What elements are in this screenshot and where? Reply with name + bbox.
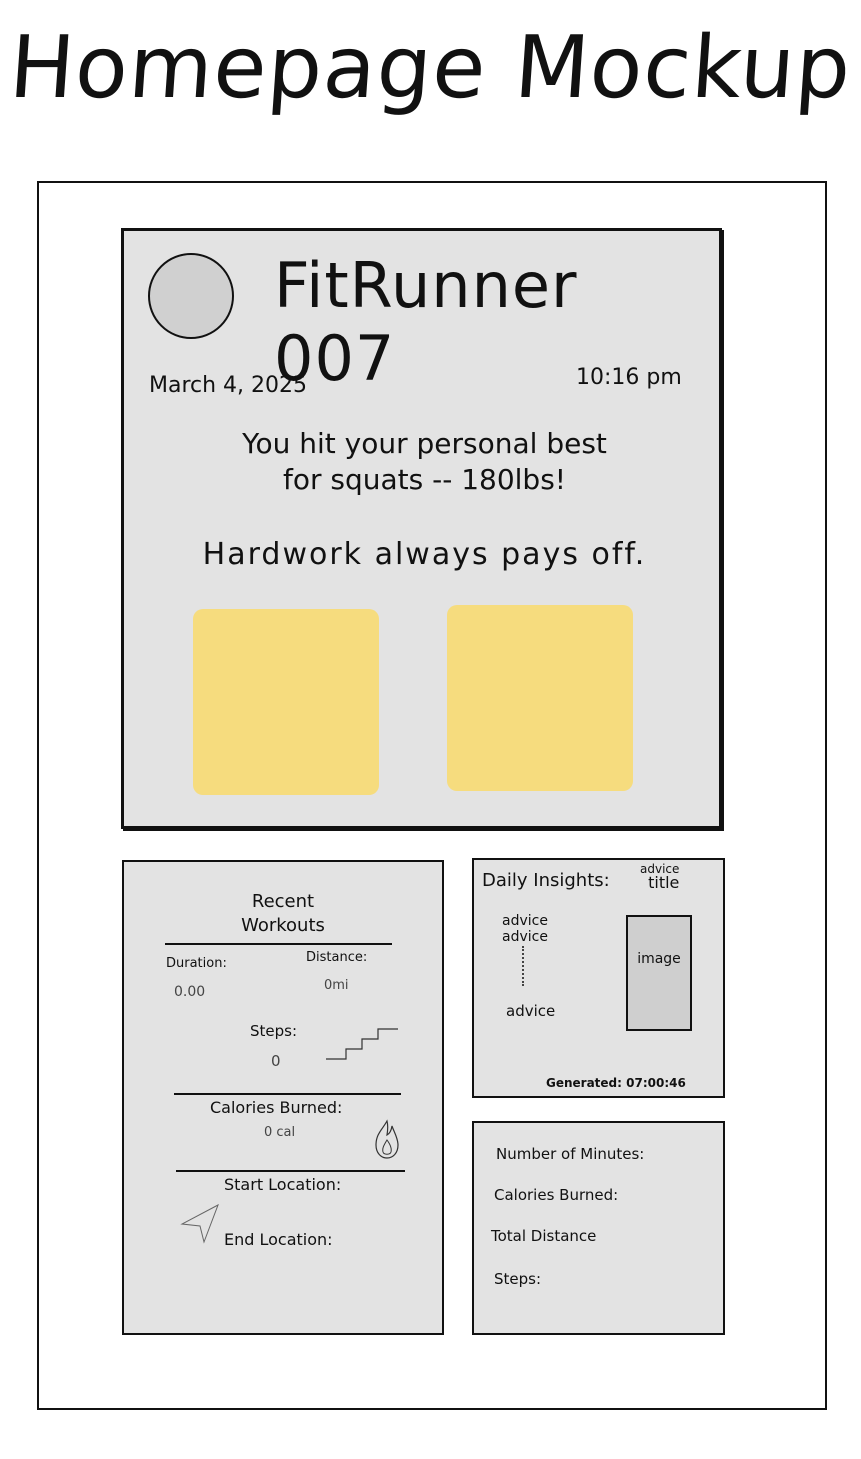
duration-label: Duration: [166,956,227,971]
advice-text: advice [506,1002,556,1020]
calories-burned-label: Calories Burned: [494,1186,619,1204]
motivational-quote: Hardwork always pays off. [202,537,647,572]
advice-title-line2: title [648,873,680,892]
steps-value: 0 [271,1052,281,1070]
ellipsis-dots [522,946,526,986]
daily-insights-card[interactable]: Daily Insights: advice title advice advi… [472,858,725,1098]
divider [165,943,392,945]
achievement-message: You hit your personal best for squats --… [124,426,725,498]
recent-workouts-title-line1: Recent [251,891,315,912]
advice-text: advice [502,929,548,945]
steps-label: Steps: [250,1022,298,1040]
recent-workouts-card[interactable]: Recent Workouts Duration: 0.00 Distance:… [122,860,444,1335]
end-location-label: End Location: [224,1230,333,1249]
minutes-label: Number of Minutes: [496,1145,645,1163]
profile-card: FitRunner 007 March 4, 2025 10:16 pm You… [121,228,722,829]
recent-workouts-title-line2: Workouts [241,915,325,936]
generated-timestamp: Generated: 07:00:46 [546,1076,686,1090]
current-date: March 4, 2025 [149,373,308,398]
calories-burned-label: Calories Burned: [210,1098,343,1117]
divider [174,1093,401,1095]
advice-text: advice [502,913,548,929]
achievement-message-line1: You hit your personal best [242,427,607,460]
avatar[interactable] [148,253,234,339]
achievement-message-line2: for squats -- 180lbs! [282,463,567,496]
steps-label: Steps: [494,1270,542,1288]
calories-burned-value: 0 cal [264,1125,296,1140]
daily-insights-heading: Daily Insights: [482,870,610,891]
summary-card[interactable]: Number of Minutes: Calories Burned: Tota… [472,1121,725,1335]
flame-icon [375,1119,399,1159]
distance-label: Distance: [306,950,368,965]
recent-workouts-title: Recent Workouts [124,890,442,938]
duration-value: 0.00 [174,984,206,1000]
advice-title: advice title [640,863,679,891]
feature-tile-right[interactable] [447,605,633,791]
page-title: Homepage Mockup [6,18,855,118]
start-location-label: Start Location: [224,1175,342,1194]
insight-image-placeholder: image [626,915,692,1031]
stairs-icon [326,1028,398,1060]
feature-tile-left[interactable] [193,609,379,795]
total-distance-label: Total Distance [491,1227,597,1245]
navigation-arrow-icon [180,1203,219,1244]
divider [176,1170,405,1172]
image-label: image [637,951,681,967]
current-time: 10:16 pm [576,365,682,390]
distance-value: 0mi [324,978,349,993]
